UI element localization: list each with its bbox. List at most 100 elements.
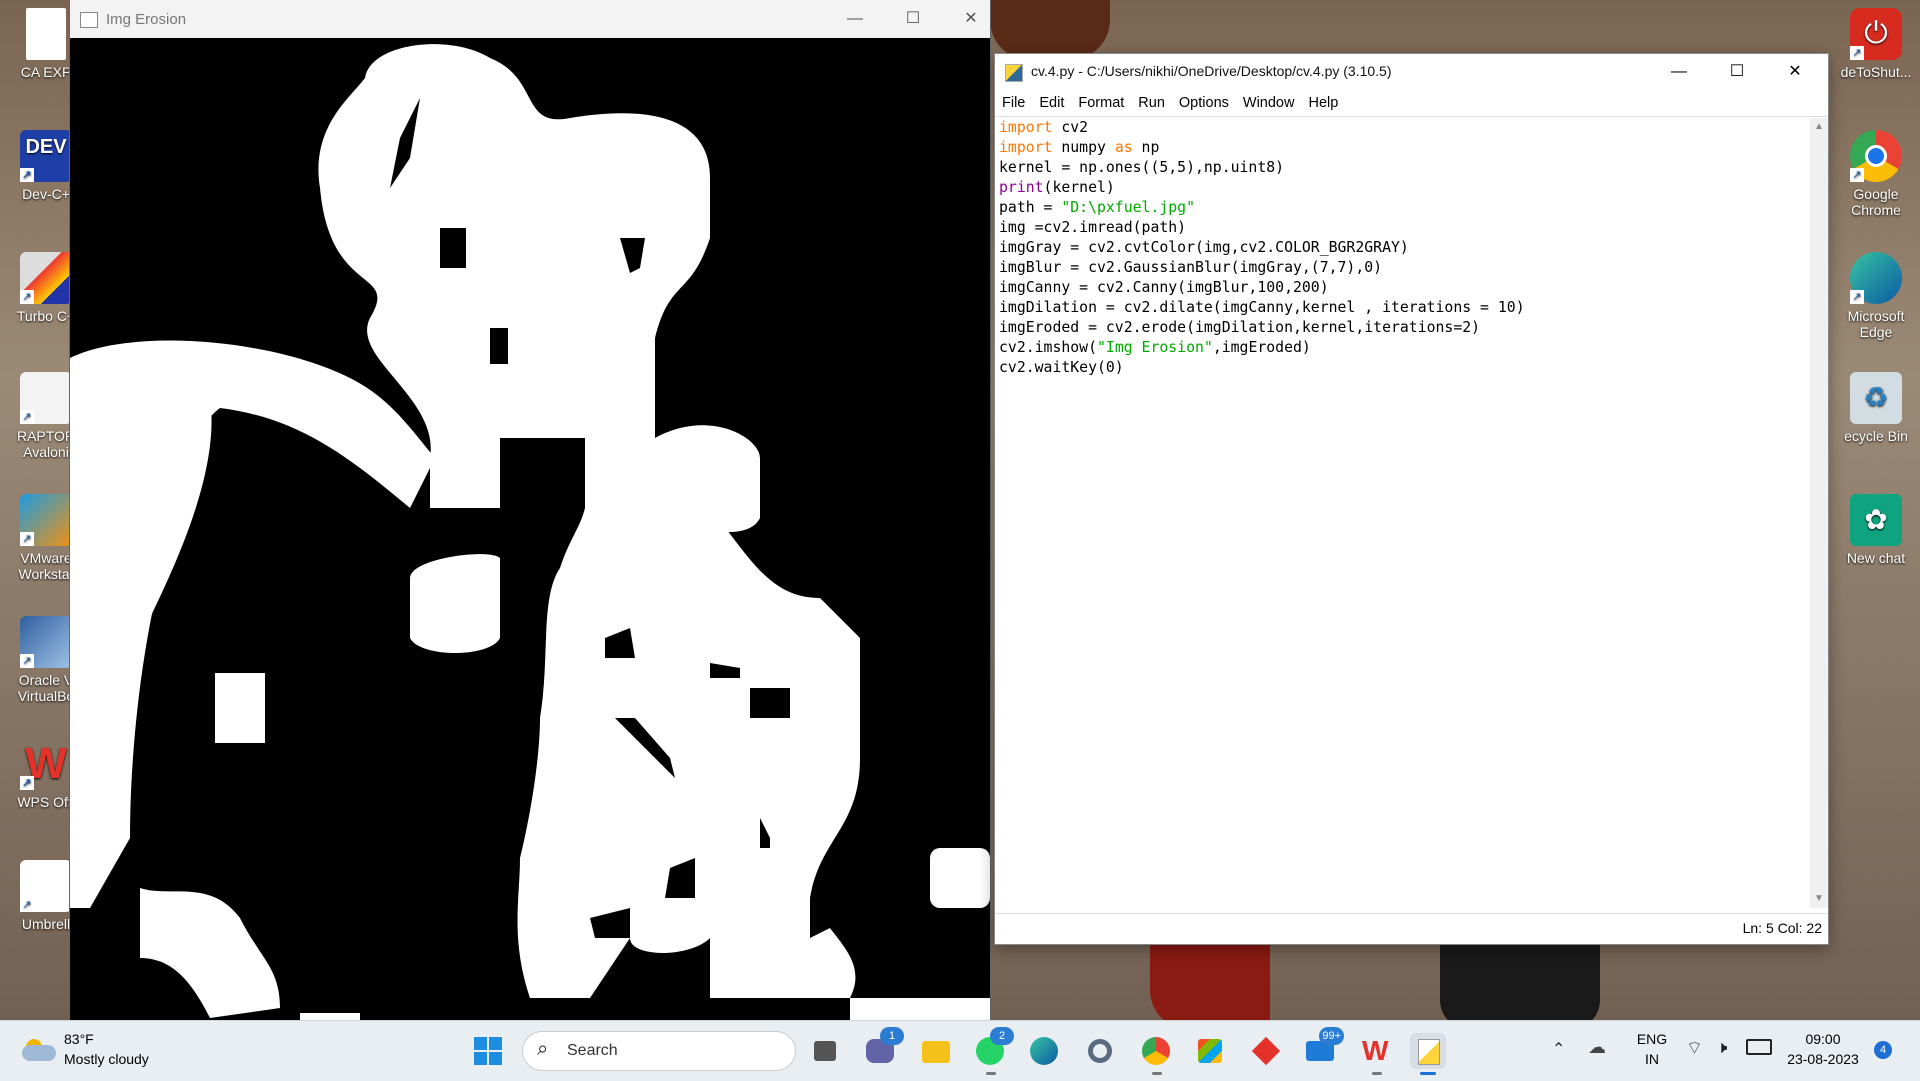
- image-window[interactable]: Img Erosion — ☐ ✕: [70, 0, 990, 1020]
- code-token: kernel = np.ones((5,5),np.uint8): [999, 159, 1285, 176]
- desktop-icon-microsoft-edge[interactable]: ↗ Microsoft Edge: [1830, 252, 1920, 340]
- minimize-button[interactable]: —: [826, 0, 884, 38]
- code-line[interactable]: imgDilation = cv2.dilate(imgCanny,kernel…: [999, 298, 1805, 318]
- app-icon: [80, 12, 98, 28]
- desktop-icon-label: ecycle Bin: [1844, 428, 1908, 444]
- file-explorer-button[interactable]: [918, 1033, 954, 1069]
- wps-icon: W ↗: [20, 738, 72, 790]
- desktop-icon-label: Dev-C+: [22, 186, 70, 202]
- desktop-icon-label: RAPTOR Avaloni: [16, 428, 76, 460]
- code-token: img =cv2.imread(path): [999, 219, 1187, 236]
- taskbar-search[interactable]: ⌕ Search: [522, 1031, 796, 1071]
- weather-cloud-icon[interactable]: [22, 1037, 56, 1061]
- menu-edit[interactable]: Edit: [1032, 90, 1071, 116]
- code-line[interactable]: import cv2: [999, 118, 1805, 138]
- volume-muted-icon[interactable]: 🕨: [1716, 1037, 1727, 1058]
- whatsapp-badge: 2: [990, 1027, 1014, 1045]
- wps-icon: W: [1362, 1035, 1389, 1066]
- mail-button[interactable]: 99+: [1302, 1027, 1344, 1069]
- idle-button[interactable]: [1410, 1033, 1446, 1075]
- code-token: imgGray = cv2.cvtColor(img,cv2.COLOR_BGR…: [999, 239, 1409, 256]
- wifi-icon[interactable]: ⌔: [1686, 1037, 1703, 1060]
- maximize-button[interactable]: ☐: [884, 0, 942, 38]
- battery-icon[interactable]: [1746, 1039, 1772, 1055]
- code-token: import: [999, 119, 1053, 136]
- code-line[interactable]: imgEroded = cv2.erode(imgDilation,kernel…: [999, 318, 1805, 338]
- python-file-icon: [1005, 64, 1023, 82]
- code-token: imgCanny = cv2.Canny(imgBlur,100,200): [999, 279, 1329, 296]
- recycle-bin-icon: ♻: [1850, 372, 1902, 424]
- running-indicator: [1372, 1072, 1382, 1075]
- wps-button[interactable]: W: [1358, 1033, 1394, 1075]
- code-editor[interactable]: import cv2 import numpy as np kernel = np.…: [999, 118, 1805, 908]
- window-title: Img Erosion: [106, 11, 187, 28]
- idle-editor-window[interactable]: cv.4.py - C:/Users/nikhi/OneDrive/Deskto…: [995, 54, 1828, 944]
- task-view-icon: [814, 1041, 836, 1061]
- settings-button[interactable]: [1082, 1033, 1118, 1069]
- code-line[interactable]: path = "D:\pxfuel.jpg": [999, 198, 1805, 218]
- desktop-icon-new-chat[interactable]: ✿ New chat: [1830, 494, 1920, 566]
- language-indicator[interactable]: ENG: [1632, 1031, 1672, 1047]
- chrome-icon: ↗: [1850, 130, 1902, 182]
- code-token: import: [999, 139, 1053, 156]
- desktop-icon-label: Umbrell: [21, 916, 71, 932]
- desktop-icon-google-chrome[interactable]: ↗ Google Chrome: [1830, 130, 1920, 218]
- menu-file[interactable]: File: [995, 90, 1032, 116]
- weather-description[interactable]: Mostly cloudy: [64, 1051, 149, 1067]
- chevron-up-icon[interactable]: ⌃: [1552, 1039, 1565, 1059]
- clock-time[interactable]: 09:00: [1778, 1031, 1868, 1047]
- clock-date[interactable]: 23-08-2023: [1778, 1051, 1868, 1067]
- code-token: (kernel): [1043, 179, 1115, 196]
- task-view-button[interactable]: [808, 1033, 844, 1069]
- idle-titlebar[interactable]: cv.4.py - C:/Users/nikhi/OneDrive/Deskto…: [995, 54, 1828, 90]
- onedrive-icon[interactable]: ☁: [1588, 1037, 1606, 1058]
- image-window-titlebar[interactable]: Img Erosion — ☐ ✕: [70, 0, 990, 38]
- desktop-icon-recycle-bin[interactable]: ♻ ecycle Bin: [1830, 372, 1920, 444]
- edge-icon: ↗: [1850, 252, 1902, 304]
- running-indicator: [986, 1072, 996, 1075]
- edge-button[interactable]: [1026, 1033, 1062, 1069]
- code-line[interactable]: import numpy as np: [999, 138, 1805, 158]
- code-line[interactable]: imgGray = cv2.cvtColor(img,cv2.COLOR_BGR…: [999, 238, 1805, 258]
- search-label: Search: [567, 1042, 618, 1059]
- code-line[interactable]: img =cv2.imread(path): [999, 218, 1805, 238]
- cursor-position: Ln: 5 Col: 22: [1742, 920, 1822, 936]
- code-line[interactable]: imgCanny = cv2.Canny(imgBlur,100,200): [999, 278, 1805, 298]
- teams-button[interactable]: 1: [862, 1027, 904, 1069]
- code-token: cv2.imshow(: [999, 339, 1097, 356]
- diamond-app-icon: [1251, 1036, 1281, 1066]
- menu-run[interactable]: Run: [1131, 90, 1172, 116]
- scroll-down-arrow-icon[interactable]: ▼: [1814, 894, 1824, 904]
- desktop-icon-deToShut[interactable]: ⏻ ↗ deToShut...: [1830, 8, 1920, 80]
- store-button[interactable]: [1192, 1033, 1228, 1069]
- code-line[interactable]: imgBlur = cv2.GaussianBlur(imgGray,(7,7)…: [999, 258, 1805, 278]
- code-token: imgEroded = cv2.erode(imgDilation,kernel…: [999, 319, 1481, 336]
- weather-temperature[interactable]: 83°F: [64, 1031, 94, 1047]
- menu-options[interactable]: Options: [1172, 90, 1236, 116]
- minimize-button[interactable]: —: [1650, 54, 1708, 90]
- code-line[interactable]: kernel = np.ones((5,5),np.uint8): [999, 158, 1805, 178]
- eroded-image-shapes: [70, 38, 990, 1020]
- code-token: "Img Erosion": [1097, 339, 1213, 356]
- running-indicator: [1152, 1072, 1162, 1075]
- vertical-scrollbar[interactable]: ▲ ▼: [1810, 118, 1828, 908]
- menu-help[interactable]: Help: [1301, 90, 1345, 116]
- menu-window[interactable]: Window: [1236, 90, 1302, 116]
- close-button[interactable]: ✕: [1766, 54, 1824, 90]
- code-line[interactable]: cv2.imshow("Img Erosion",imgEroded): [999, 338, 1805, 358]
- menu-format[interactable]: Format: [1071, 90, 1131, 116]
- app-button[interactable]: [1248, 1033, 1284, 1069]
- chrome-button[interactable]: [1138, 1033, 1174, 1075]
- scroll-up-arrow-icon[interactable]: ▲: [1814, 122, 1824, 132]
- code-token: ,imgEroded): [1212, 339, 1311, 356]
- maximize-button[interactable]: ☐: [1708, 54, 1766, 90]
- close-button[interactable]: ✕: [942, 0, 1000, 38]
- start-button[interactable]: [470, 1033, 506, 1069]
- language-region[interactable]: IN: [1632, 1051, 1672, 1067]
- code-line[interactable]: cv2.waitKey(0): [999, 358, 1805, 378]
- code-line[interactable]: print(kernel): [999, 178, 1805, 198]
- taskbar: 83°F Mostly cloudy ⌕ Search 1 2 99+ W ⌃ …: [0, 1020, 1920, 1081]
- code-token: imgDilation = cv2.dilate(imgCanny,kernel…: [999, 299, 1525, 316]
- notification-badge[interactable]: 4: [1874, 1041, 1892, 1059]
- whatsapp-button[interactable]: 2: [972, 1027, 1014, 1075]
